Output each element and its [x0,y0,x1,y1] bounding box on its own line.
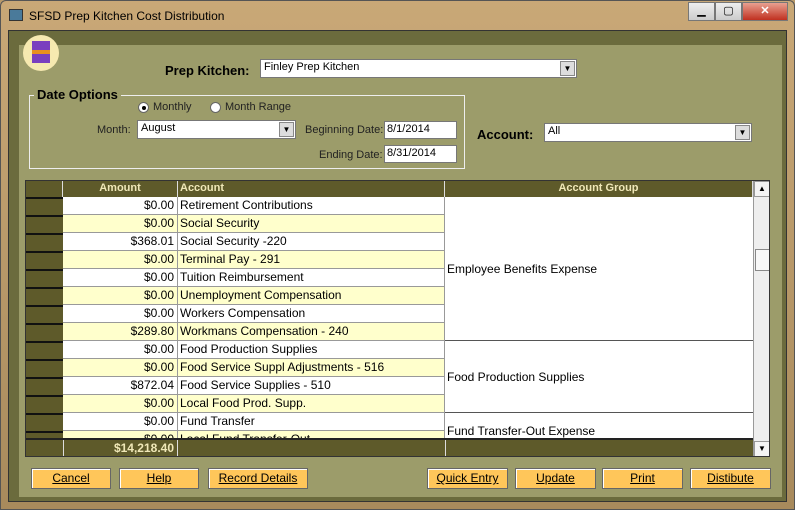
table-row[interactable]: $289.80 Workmans Compensation - 240 [26,323,445,341]
row-selector[interactable] [26,233,63,251]
amount-column-header[interactable]: Amount [63,181,178,197]
amount-cell[interactable]: $368.01 [63,233,178,251]
row-selector[interactable] [26,341,63,359]
table-row[interactable]: $0.00 Unemployment Compensation [26,287,445,305]
kitchen-logo-icon [23,35,59,71]
amount-cell[interactable]: $0.00 [63,251,178,269]
total-amount: $14,218.40 [63,440,178,456]
row-selector[interactable] [26,395,63,413]
account-cell[interactable]: Unemployment Compensation [178,287,445,305]
update-button[interactable]: Update [515,468,596,489]
scroll-down-icon[interactable]: ▼ [754,441,769,456]
row-selector[interactable] [26,377,63,395]
cost-grid: Amount Account Account Group $0.00 Retire… [25,180,770,457]
table-row[interactable]: $0.00 Food Service Suppl Adjustments - 51… [26,359,445,377]
account-cell[interactable]: Workmans Compensation - 240 [178,323,445,341]
table-row[interactable]: $368.01 Social Security -220 [26,233,445,251]
amount-cell[interactable]: $872.04 [63,377,178,395]
table-row[interactable]: $872.04 Food Service Supplies - 510 [26,377,445,395]
amount-cell[interactable]: $0.00 [63,287,178,305]
amount-cell[interactable]: $0.00 [63,395,178,413]
amount-cell[interactable]: $0.00 [63,215,178,233]
amount-cell[interactable]: $0.00 [63,341,178,359]
print-button[interactable]: Print [602,468,683,489]
quick-entry-button[interactable]: Quick Entry [427,468,508,489]
account-group-cell[interactable]: Employee Benefits Expense [445,197,753,341]
chevron-down-icon[interactable]: ▼ [735,125,750,140]
account-cell[interactable]: Fund Transfer [178,413,445,431]
table-row[interactable]: $0.00 Terminal Pay - 291 [26,251,445,269]
account-cell[interactable]: Social Security -220 [178,233,445,251]
account-cell[interactable]: Terminal Pay - 291 [178,251,445,269]
account-label: Account: [477,127,534,142]
amount-cell[interactable]: $0.00 [63,359,178,377]
amount-cell[interactable]: $0.00 [63,305,178,323]
table-row[interactable]: $0.00 Local Food Prod. Supp. [26,395,445,413]
ending-date-label: Ending Date: [319,149,383,161]
chevron-down-icon[interactable]: ▼ [279,122,294,137]
account-cell[interactable]: Workers Compensation [178,305,445,323]
row-selector[interactable] [26,323,63,341]
scrollbar-thumb[interactable] [755,249,769,271]
account-value: All [548,125,561,137]
account-cell[interactable]: Retirement Contributions [178,197,445,215]
scroll-up-icon[interactable]: ▲ [754,181,769,197]
cancel-button[interactable]: Cancel [31,468,111,489]
account-group-cell[interactable]: Fund Transfer-Out Expense [445,413,753,439]
table-row[interactable]: $0.00 Retirement Contributions [26,197,445,215]
record-details-button[interactable]: Record Details [208,468,308,489]
row-selector[interactable] [26,197,63,215]
account-cell[interactable]: Tuition Reimbursement [178,269,445,287]
month-value: August [141,122,176,134]
account-group-column-header[interactable]: Account Group [445,181,753,197]
month-range-radio[interactable]: Month Range [210,101,291,113]
account-group-cell[interactable]: Food Production Supplies [445,341,753,413]
total-row: $14,218.40 [26,438,753,456]
maximize-button[interactable]: ▢ [715,2,742,21]
chevron-down-icon[interactable]: ▼ [560,61,575,76]
table-row[interactable]: $0.00 Food Production Supplies [26,341,445,359]
help-button[interactable]: Help [119,468,199,489]
table-row[interactable]: $0.00 Workers Compensation [26,305,445,323]
beginning-date-label: Beginning Date: [305,124,384,136]
minimize-button[interactable]: ▁ [688,2,715,21]
account-cell[interactable]: Local Food Prod. Supp. [178,395,445,413]
close-button[interactable]: ✕ [742,2,788,21]
month-label: Month: [97,124,131,136]
prep-kitchen-value: Finley Prep Kitchen [264,61,360,73]
ending-date-input[interactable]: 8/31/2014 [384,145,457,163]
vertical-scrollbar[interactable]: ▲ ▼ [753,181,769,456]
amount-cell[interactable]: $289.80 [63,323,178,341]
row-selector[interactable] [26,359,63,377]
row-selector[interactable] [26,215,63,233]
row-selector[interactable] [26,413,63,431]
account-column-header[interactable]: Account [178,181,445,197]
table-row[interactable]: $0.00 Tuition Reimbursement [26,269,445,287]
account-cell[interactable]: Food Service Supplies - 510 [178,377,445,395]
account-cell[interactable]: Food Service Suppl Adjustments - 516 [178,359,445,377]
account-cell[interactable]: Social Security [178,215,445,233]
window-title: SFSD Prep Kitchen Cost Distribution [29,9,225,23]
account-cell[interactable]: Food Production Supplies [178,341,445,359]
app-icon [9,9,23,21]
prep-kitchen-label: Prep Kitchen: [165,63,250,78]
account-select[interactable]: All ▼ [544,123,752,142]
date-options-legend: Date Options [34,87,121,102]
month-select[interactable]: August ▼ [137,120,296,139]
amount-cell[interactable]: $0.00 [63,197,178,215]
table-row[interactable]: $0.00 Social Security [26,215,445,233]
table-row[interactable]: $0.00 Fund Transfer [26,413,445,431]
monthly-radio[interactable]: Monthly [138,101,192,113]
amount-cell[interactable]: $0.00 [63,413,178,431]
row-selector[interactable] [26,269,63,287]
row-selector[interactable] [26,251,63,269]
prep-kitchen-select[interactable]: Finley Prep Kitchen ▼ [260,59,577,78]
distribute-button[interactable]: Distibute [690,468,771,489]
row-selector[interactable] [26,287,63,305]
beginning-date-input[interactable]: 8/1/2014 [384,121,457,139]
row-header-corner [26,181,63,197]
amount-cell[interactable]: $0.00 [63,269,178,287]
row-selector[interactable] [26,305,63,323]
